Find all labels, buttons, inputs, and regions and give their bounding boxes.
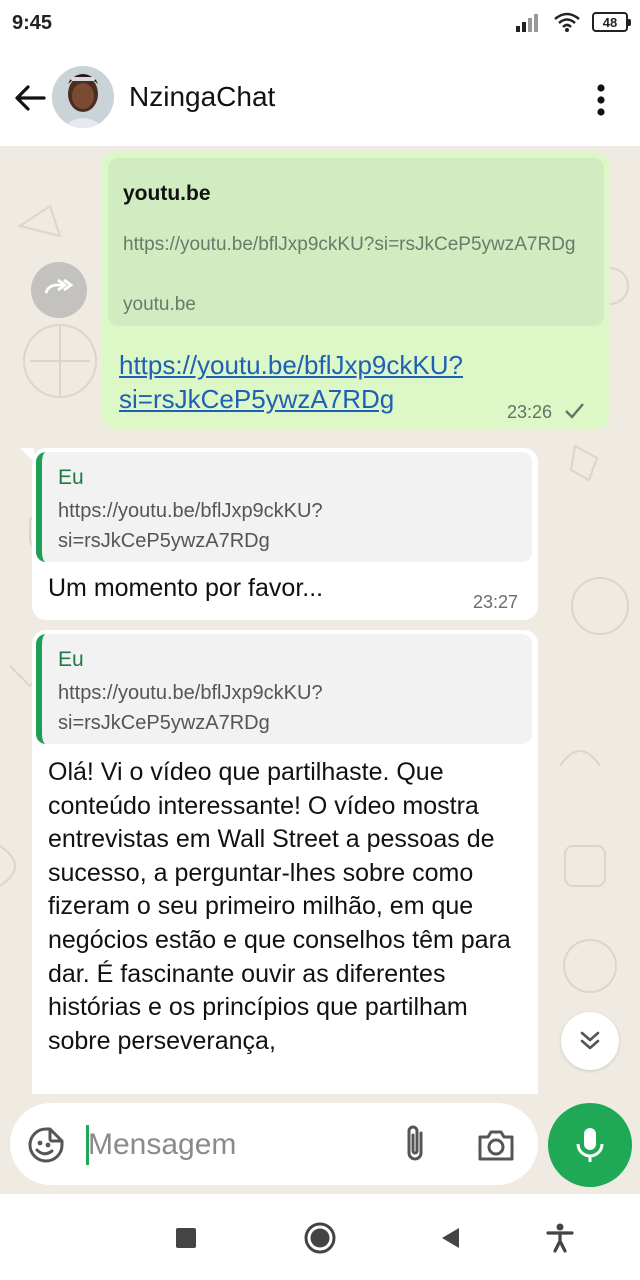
incoming-message[interactable]: Eu https://youtu.be/bflJxp9ckKU?si=rsJkC… bbox=[20, 448, 538, 620]
chevron-double-down-icon bbox=[580, 1031, 600, 1050]
chat-header: NzingaChat bbox=[0, 50, 640, 146]
back-triangle-icon bbox=[442, 1228, 459, 1248]
home-button[interactable] bbox=[302, 1220, 338, 1256]
status-bar: 9:45 48 bbox=[0, 0, 640, 50]
stop-square-icon bbox=[176, 1228, 196, 1248]
signal-icon bbox=[516, 14, 538, 32]
accessibility-button[interactable] bbox=[542, 1220, 578, 1256]
link-preview-url: https://youtu.be/bflJxp9ckKU?si=rsJkCeP5… bbox=[123, 234, 576, 255]
outgoing-message[interactable]: youtu.be https://youtu.be/bflJxp9ckKU?si… bbox=[102, 152, 610, 430]
link-preview-card[interactable]: youtu.be https://youtu.be/bflJxp9ckKU?si… bbox=[108, 158, 604, 326]
link-preview-domain: youtu.be bbox=[123, 294, 196, 315]
message-input[interactable] bbox=[88, 1125, 388, 1165]
forward-icon bbox=[44, 279, 74, 294]
camera-icon[interactable] bbox=[476, 1125, 516, 1165]
avatar[interactable] bbox=[52, 66, 114, 128]
check-icon bbox=[565, 403, 584, 419]
link-preview-title: youtu.be bbox=[123, 182, 211, 205]
sticker-icon[interactable] bbox=[26, 1125, 66, 1165]
avatar-image bbox=[52, 66, 114, 128]
contact-name[interactable]: NzingaChat bbox=[129, 81, 275, 113]
quote-text: https://youtu.be/bflJxp9ckKU?si=rsJkCeP5… bbox=[58, 682, 323, 734]
home-circle-icon bbox=[304, 1222, 336, 1254]
wifi-icon bbox=[554, 12, 580, 32]
forward-button[interactable] bbox=[31, 262, 87, 318]
back-button[interactable] bbox=[432, 1220, 468, 1256]
message-time: 23:27 bbox=[473, 592, 519, 612]
paperclip-icon[interactable] bbox=[398, 1123, 432, 1165]
message-text: Um momento por favor... bbox=[48, 574, 324, 602]
quoted-message[interactable]: Eu https://youtu.be/bflJxp9ckKU?si=rsJkC… bbox=[36, 634, 532, 744]
status-time: 9:45 bbox=[12, 12, 53, 34]
incoming-message[interactable]: Eu https://youtu.be/bflJxp9ckKU?si=rsJkC… bbox=[32, 630, 538, 1094]
message-time: 23:26 bbox=[507, 402, 553, 422]
mic-button[interactable] bbox=[548, 1103, 632, 1187]
input-bar bbox=[0, 1094, 640, 1194]
status-icons: 48 bbox=[516, 12, 631, 32]
accessibility-icon bbox=[546, 1223, 574, 1253]
quote-author: Eu bbox=[58, 648, 84, 671]
quote-text: https://youtu.be/bflJxp9ckKU?si=rsJkCeP5… bbox=[58, 500, 323, 552]
message-text: Olá! Vi o vídeo que partilhaste. Que con… bbox=[48, 758, 511, 1055]
more-vert-icon[interactable] bbox=[584, 80, 618, 120]
quote-author: Eu bbox=[58, 466, 84, 489]
battery-indicator: 48 bbox=[592, 12, 631, 32]
chat-area[interactable]: youtu.be https://youtu.be/bflJxp9ckKU?si… bbox=[0, 146, 640, 1094]
message-link[interactable]: https://youtu.be/bflJxp9ckKU?si=rsJkCeP5… bbox=[119, 348, 559, 416]
scroll-to-bottom-button[interactable] bbox=[561, 1012, 619, 1070]
back-arrow-icon[interactable] bbox=[10, 78, 50, 118]
mic-icon bbox=[576, 1128, 604, 1162]
quoted-message[interactable]: Eu https://youtu.be/bflJxp9ckKU?si=rsJkC… bbox=[36, 452, 532, 562]
recents-button[interactable] bbox=[168, 1220, 204, 1256]
message-composer bbox=[10, 1103, 538, 1185]
system-nav-bar bbox=[0, 1194, 640, 1280]
